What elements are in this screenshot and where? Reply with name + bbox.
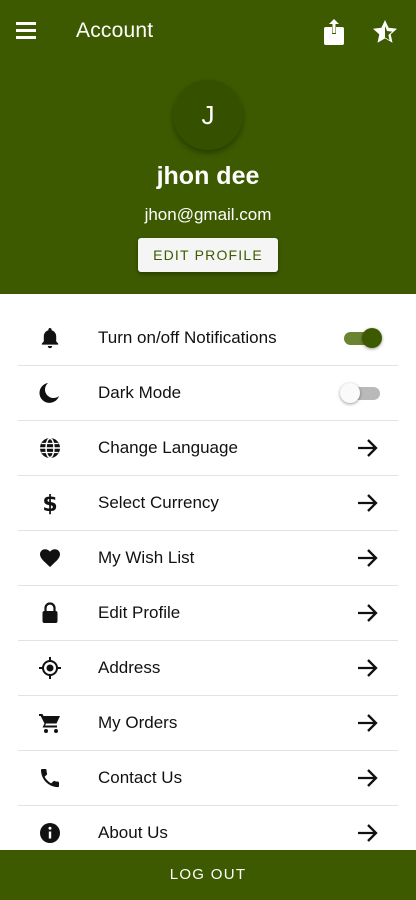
address-row[interactable]: Address	[18, 641, 398, 696]
cart-icon	[39, 714, 60, 733]
svg-text:$: $	[42, 492, 57, 515]
change-language-row[interactable]: Change Language	[18, 421, 398, 476]
avatar: J	[173, 80, 243, 150]
share-icon[interactable]	[320, 16, 348, 46]
location-icon	[39, 657, 61, 679]
phone-icon	[41, 769, 59, 788]
arrow-right-icon	[358, 549, 378, 567]
settings-list: Turn on/off Notifications Dark Mode Chan…	[18, 311, 398, 860]
app-bar: Account	[0, 0, 416, 62]
arrow-right-icon	[358, 604, 378, 622]
user-name: jhon dee	[156, 162, 260, 190]
contact-us-label: Contact Us	[98, 768, 183, 787]
user-email: jhon@gmail.com	[144, 205, 272, 224]
menu-icon[interactable]	[14, 19, 40, 43]
notifications-label: Turn on/off Notifications	[98, 328, 277, 347]
my-orders-row[interactable]: My Orders	[18, 696, 398, 751]
wish-list-label: My Wish List	[98, 548, 195, 567]
select-currency-row[interactable]: $ Select Currency	[18, 476, 398, 531]
edit-profile-label: Edit Profile	[98, 603, 181, 622]
dollar-icon: $	[42, 492, 57, 515]
my-orders-label: My Orders	[98, 713, 178, 732]
globe-icon	[40, 437, 60, 459]
edit-profile-row[interactable]: Edit Profile	[18, 586, 398, 641]
dark-mode-toggle[interactable]	[340, 383, 382, 403]
page-title: Account	[76, 19, 154, 42]
lock-icon	[42, 602, 58, 623]
info-icon	[40, 823, 60, 843]
edit-profile-button[interactable]: EDIT PROFILE	[138, 238, 278, 272]
bell-icon	[41, 328, 59, 349]
star-icon[interactable]	[370, 17, 400, 47]
dark-mode-row[interactable]: Dark Mode	[18, 366, 398, 421]
select-currency-label: Select Currency	[98, 493, 219, 512]
arrow-right-icon	[358, 659, 378, 677]
change-language-label: Change Language	[98, 438, 238, 457]
arrow-right-icon	[358, 714, 378, 732]
logout-button[interactable]: LOG OUT	[0, 850, 416, 900]
arrow-right-icon	[358, 494, 378, 512]
address-label: Address	[98, 658, 161, 677]
moon-icon	[39, 383, 59, 403]
dark-mode-label: Dark Mode	[98, 383, 182, 402]
arrow-right-icon	[358, 769, 378, 787]
heart-icon	[40, 549, 60, 567]
arrow-right-icon	[358, 824, 378, 842]
notifications-toggle[interactable]	[340, 328, 382, 348]
wish-list-row[interactable]: My Wish List	[18, 531, 398, 586]
contact-us-row[interactable]: Contact Us	[18, 751, 398, 806]
notifications-row[interactable]: Turn on/off Notifications	[18, 311, 398, 366]
arrow-right-icon	[358, 439, 378, 457]
profile-header: J jhon dee jhon@gmail.com EDIT PROFILE	[0, 62, 416, 294]
